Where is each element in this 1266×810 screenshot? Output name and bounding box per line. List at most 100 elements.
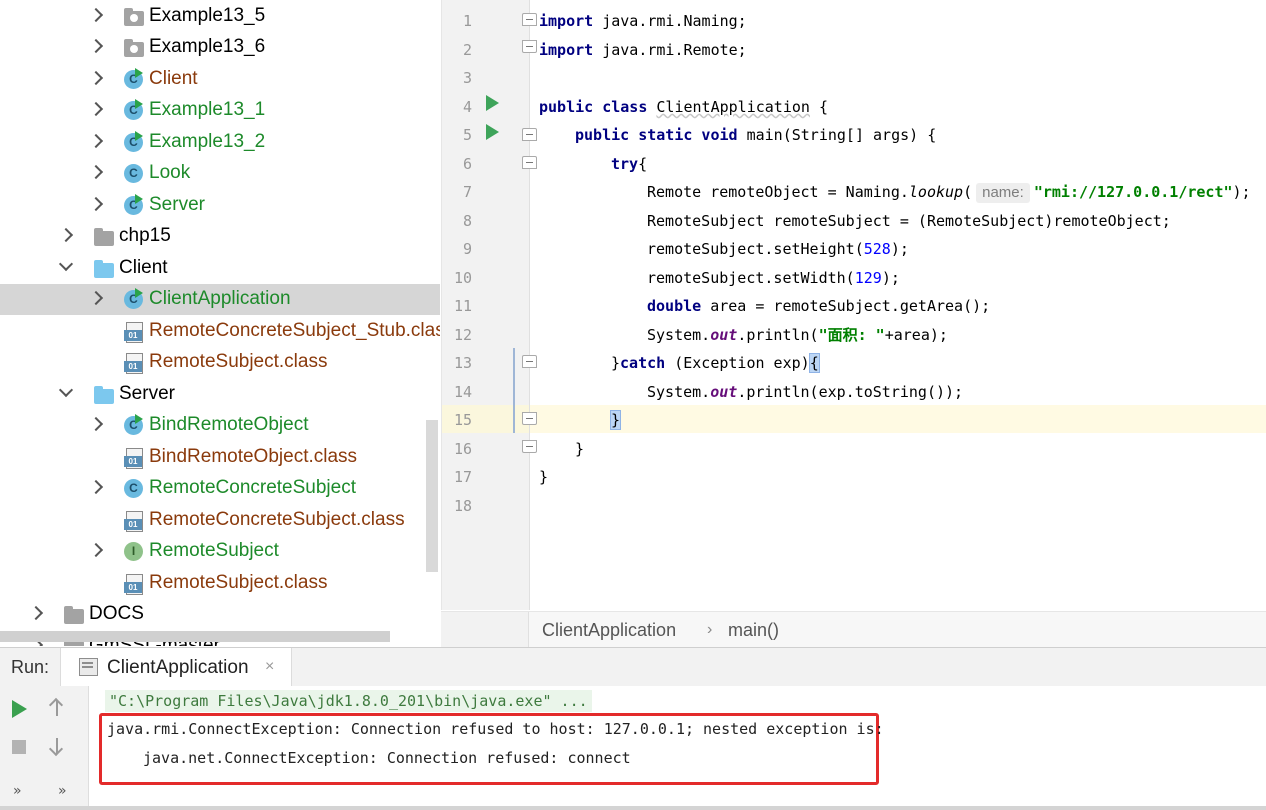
fold-marker-icon[interactable] [522, 355, 537, 368]
chevron-right-icon[interactable] [88, 133, 104, 149]
code-text: ); [1232, 183, 1251, 201]
tree-vertical-scrollbar[interactable] [426, 420, 438, 572]
code-line-7[interactable]: Remote remoteObject = Naming.lookup(name… [647, 182, 1251, 203]
chevron-right-icon[interactable] [88, 290, 104, 306]
tree-item[interactable]: C Server [0, 190, 440, 221]
tree-item-label: Example13_5 [149, 5, 266, 26]
code-line-12[interactable]: System.out.println("面积: "+area); [647, 325, 948, 345]
code-line-11[interactable]: double area = remoteSubject.getArea(); [647, 296, 990, 316]
tree-item[interactable]: Client [0, 253, 440, 284]
chevron-right-icon[interactable] [88, 70, 104, 86]
arrow-down-icon[interactable] [56, 738, 58, 754]
breadcrumb-method[interactable]: main() [728, 620, 779, 641]
runnable-class-icon: C [124, 68, 144, 89]
tree-item-label: Example13_6 [149, 36, 266, 57]
code-text: main(String[] args) { [737, 126, 937, 144]
chevron-right-icon[interactable] [88, 7, 104, 23]
code-line-13[interactable]: }catch (Exception exp){ [611, 353, 820, 373]
code-line-8[interactable]: RemoteSubject remoteSubject = (RemoteSub… [647, 211, 1171, 231]
fold-marker-icon[interactable] [522, 128, 537, 141]
more-actions-icon[interactable]: » [58, 783, 67, 799]
project-tree[interactable]: Example13_5 Example13_6 C Client C Example13_… [0, 0, 440, 646]
code-editor[interactable]: 1 2 3 4 5 6 7 8 9 10 11 12 13 14 15 16 17 18 import java.… [441, 0, 1266, 610]
fold-marker-icon[interactable] [522, 440, 537, 453]
folder-icon [94, 228, 114, 247]
tree-item[interactable]: C RemoteConcreteSubject [0, 473, 440, 504]
tree-item[interactable]: chp15 [0, 221, 440, 252]
chevron-right-icon[interactable] [88, 416, 104, 432]
tree-item[interactable]: C Client [0, 64, 440, 95]
chevron-right-icon[interactable] [88, 479, 104, 495]
breadcrumb-gutter [441, 612, 529, 648]
fold-marker-icon[interactable] [522, 156, 537, 169]
line-number: 10 [453, 268, 472, 287]
code-line-5[interactable]: public static void main(String[] args) { [575, 125, 936, 145]
stop-icon[interactable] [12, 740, 26, 754]
run-main-gutter-icon[interactable] [486, 124, 499, 140]
code-line-15[interactable]: } [609, 410, 622, 430]
chevron-down-icon[interactable] [58, 256, 74, 272]
fold-marker-icon[interactable] [522, 412, 537, 425]
keyword: catch [620, 354, 666, 372]
class-file-icon: 01 [124, 448, 144, 469]
code-line-6[interactable]: try{ [611, 154, 647, 174]
tree-item[interactable]: Server [0, 379, 440, 410]
chevron-down-icon[interactable] [58, 382, 74, 398]
tree-horizontal-scrollbar[interactable] [0, 631, 390, 642]
line-number: 4 [462, 97, 472, 116]
tree-item[interactable]: C BindRemoteObject [0, 410, 440, 441]
folder-icon [94, 260, 114, 279]
more-actions-icon[interactable]: » [13, 783, 22, 799]
tree-item[interactable]: C ClientApplication [0, 284, 440, 315]
tree-item[interactable]: 01 BindRemoteObject.class [0, 442, 440, 473]
folder-icon [64, 606, 84, 625]
chevron-right-icon[interactable] [88, 164, 104, 180]
fold-marker-icon[interactable] [522, 40, 537, 53]
tree-item[interactable]: C Look [0, 158, 440, 189]
code-line-9[interactable]: remoteSubject.setHeight(528); [647, 239, 909, 259]
code-line-2[interactable]: import java.rmi.Remote; [539, 40, 747, 60]
console-command-line[interactable]: "C:\Program Files\Java\jdk1.8.0_201\bin\… [105, 690, 592, 712]
run-class-gutter-icon[interactable] [486, 95, 499, 111]
tree-item[interactable]: C Example13_2 [0, 127, 440, 158]
runnable-class-icon: C [124, 99, 144, 120]
fold-marker-icon[interactable] [522, 13, 537, 26]
console-error-line: java.rmi.ConnectException: Connection re… [107, 720, 884, 738]
chevron-right-icon[interactable] [88, 101, 104, 117]
method-name: lookup [908, 183, 964, 201]
code-line-1[interactable]: import java.rmi.Naming; [539, 11, 747, 31]
tree-item[interactable]: 01 RemoteConcreteSubject.class [0, 505, 440, 536]
tree-item[interactable]: 01 RemoteSubject.class [0, 347, 440, 378]
line-number: 18 [453, 496, 472, 515]
code-line-4[interactable]: public class ClientApplication { [539, 97, 828, 117]
chevron-right-icon[interactable] [88, 542, 104, 558]
close-icon[interactable]: × [265, 658, 274, 676]
tree-item[interactable]: Example13_6 [0, 32, 440, 63]
run-tab-clientapplication[interactable]: ClientApplication × [60, 648, 292, 686]
tree-item-label: BindRemoteObject [149, 414, 309, 435]
code-line-14[interactable]: System.out.println(exp.toString()); [647, 382, 963, 402]
arrow-up-icon[interactable] [56, 700, 58, 716]
breadcrumb-class[interactable]: ClientApplication [542, 620, 676, 641]
console-output[interactable]: "C:\Program Files\Java\jdk1.8.0_201\bin\… [89, 686, 1266, 810]
number-literal: 129 [854, 269, 882, 287]
chevron-right-icon[interactable] [88, 196, 104, 212]
tree-item[interactable]: Example13_5 [0, 1, 440, 32]
code-line-17[interactable]: } [539, 467, 548, 487]
code-text: (Exception exp) [665, 354, 810, 372]
code-line-16[interactable]: } [575, 439, 584, 459]
line-number: 14 [453, 382, 472, 401]
tree-item[interactable]: I RemoteSubject [0, 536, 440, 567]
code-line-10[interactable]: remoteSubject.setWidth(129); [647, 268, 900, 288]
tree-item[interactable]: DOCS [0, 599, 440, 630]
tree-item[interactable]: C Example13_1 [0, 95, 440, 126]
tree-item[interactable]: 01 RemoteSubject.class [0, 568, 440, 599]
current-line-highlight [530, 405, 1266, 433]
code-text: java.rmi.Remote; [593, 41, 747, 59]
chevron-right-icon[interactable] [28, 605, 44, 621]
chevron-right-icon[interactable] [58, 227, 74, 243]
breadcrumb-separator-icon: › [707, 621, 713, 638]
chevron-right-icon[interactable] [88, 38, 104, 54]
rerun-icon[interactable] [12, 700, 27, 718]
tree-item[interactable]: 01 RemoteConcreteSubject_Stub.class [0, 316, 440, 347]
